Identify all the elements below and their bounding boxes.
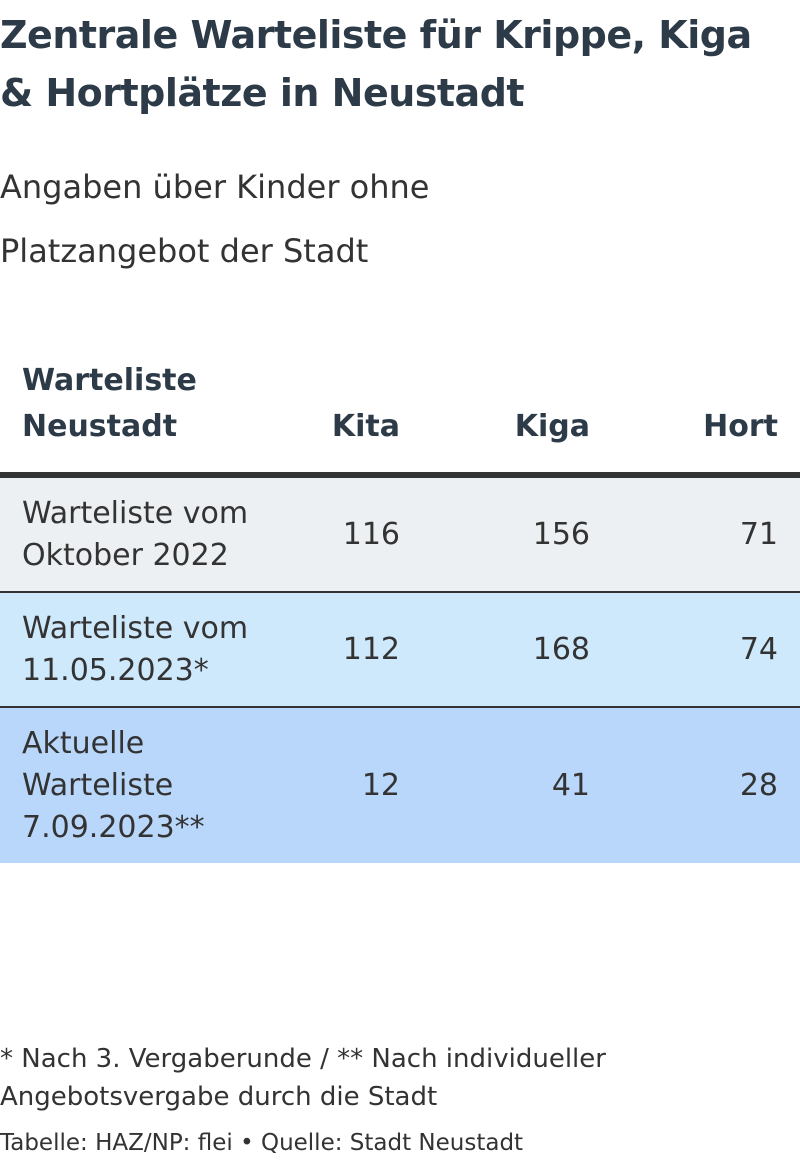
- table-footnote: * Nach 3. Vergaberunde / ** Nach individ…: [0, 1044, 606, 1112]
- table-header-row: Warteliste Neustadt Kita Kiga Hort: [0, 352, 800, 478]
- cell-hort: 74: [612, 592, 800, 708]
- data-table-container: Warteliste Neustadt Kita Kiga Hort Warte…: [0, 352, 800, 863]
- cell-kita: 112: [262, 592, 422, 708]
- column-header-kita: Kita: [262, 352, 422, 478]
- column-header-label: Warteliste Neustadt: [0, 352, 262, 478]
- data-table: Warteliste Neustadt Kita Kiga Hort Warte…: [0, 352, 800, 863]
- cell-kita: 12: [262, 707, 422, 863]
- row-label: Warteliste vom Oktober 2022: [0, 475, 262, 593]
- column-header-hort: Hort: [612, 352, 800, 478]
- chart-subtitle: Angaben über Kinder ohne Platzangebot de…: [0, 168, 430, 270]
- source-credit: Tabelle: HAZ/NP: flei • Quelle: Stadt Ne…: [0, 1130, 524, 1156]
- cell-kiga: 41: [422, 707, 612, 863]
- cell-kiga: 168: [422, 592, 612, 708]
- chart-title: Zentrale Warteliste für Krippe, Kiga & H…: [0, 13, 752, 115]
- cell-kiga: 156: [422, 475, 612, 593]
- table-row: Warteliste vom Oktober 2022 116 156 71: [0, 475, 800, 593]
- cell-hort: 28: [612, 707, 800, 863]
- row-label: Warteliste vom 11.05.2023*: [0, 592, 262, 708]
- row-label: Aktuelle Warteliste 7.09.2023**: [0, 707, 262, 863]
- column-header-kiga: Kiga: [422, 352, 612, 478]
- cell-hort: 71: [612, 475, 800, 593]
- table-row: Aktuelle Warteliste 7.09.2023** 12 41 28: [0, 707, 800, 863]
- cell-kita: 116: [262, 475, 422, 593]
- table-row: Warteliste vom 11.05.2023* 112 168 74: [0, 592, 800, 708]
